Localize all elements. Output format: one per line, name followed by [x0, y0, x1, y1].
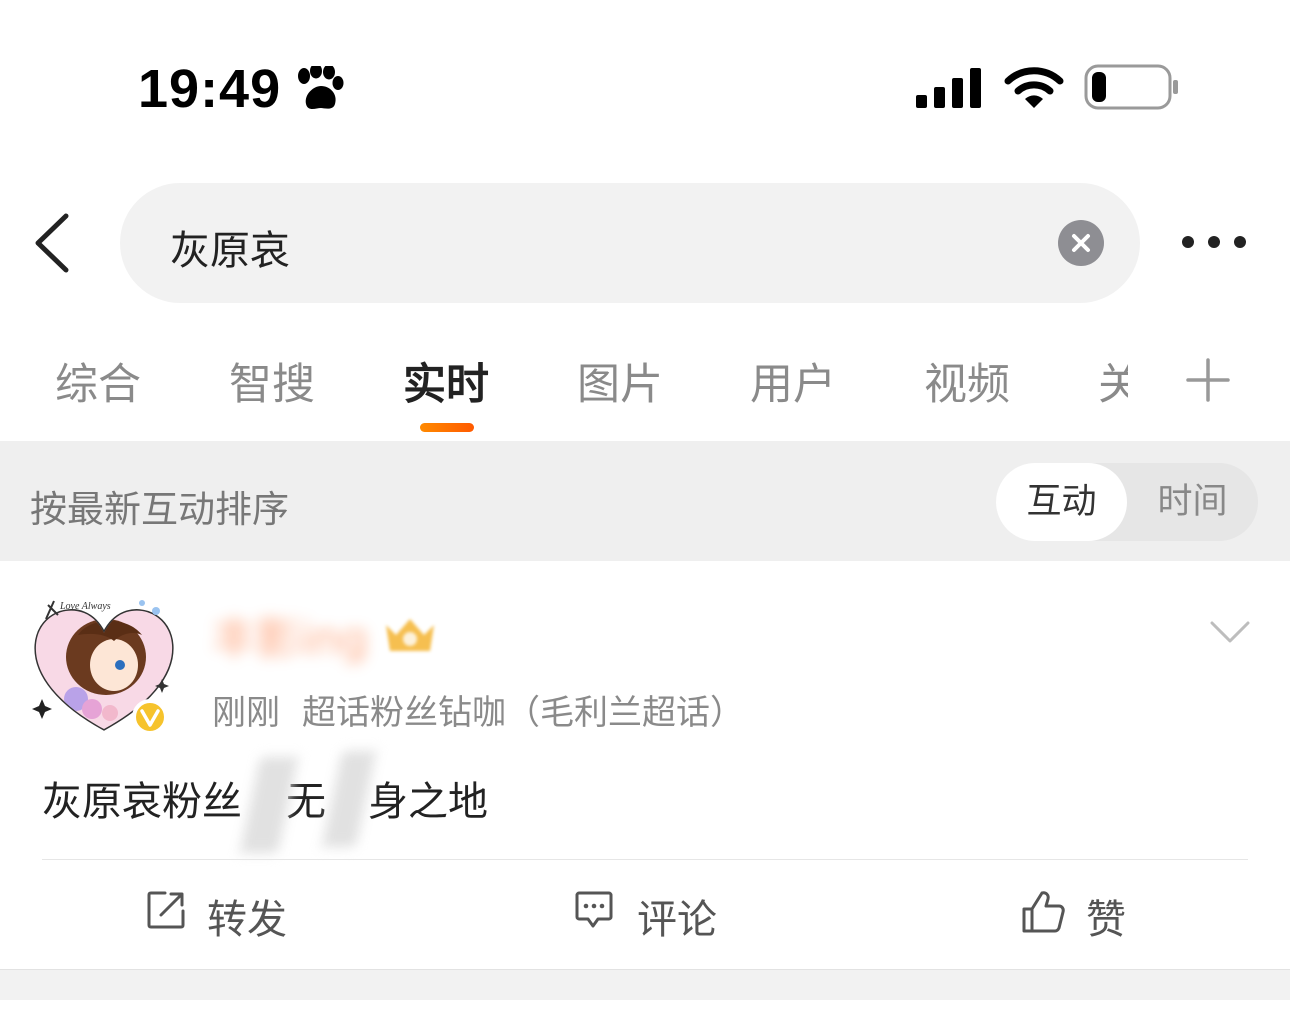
repost-label: 转发: [207, 897, 287, 943]
sort-bar: 按最新互动排序 互动 时间: [0, 441, 1290, 561]
post-content-part: 灰原哀粉丝: [42, 779, 242, 825]
post-source[interactable]: 超话粉丝钻咖（毛利兰超话）: [302, 693, 744, 733]
like-label: 赞: [1086, 897, 1126, 943]
status-bar: 19:49: [0, 0, 1290, 170]
comment-icon: [575, 891, 613, 928]
like-button[interactable]: 赞: [1020, 887, 1140, 943]
post-card: Love Always 丰影ing 刚刚 超话粉丝钻咖（毛利兰超话） 灰原哀粉丝无…: [0, 561, 1290, 969]
repost-button[interactable]: 转发: [145, 887, 295, 943]
avatar[interactable]: Love Always: [30, 595, 178, 737]
sort-option-time[interactable]: 时间: [1127, 463, 1258, 541]
svg-text:Love Always: Love Always: [59, 601, 111, 612]
tab-images[interactable]: 图片: [577, 350, 663, 412]
next-post-edge: [0, 1000, 1290, 1028]
username-area[interactable]: 丰影ing: [212, 603, 442, 665]
tab-users[interactable]: 用户: [750, 350, 836, 412]
search-bar[interactable]: 灰原哀: [120, 183, 1140, 303]
chevron-down-icon[interactable]: [1208, 619, 1252, 647]
post-time: 刚刚: [212, 693, 280, 733]
tab-partial[interactable]: 关: [1098, 350, 1128, 412]
tab-realtime[interactable]: 实时: [403, 350, 489, 412]
signal-icon: [916, 68, 981, 108]
battery-icon: [1084, 64, 1178, 110]
username[interactable]: 丰影ing: [212, 603, 368, 667]
sort-label: 按最新互动排序: [30, 488, 289, 531]
repost-icon: [147, 891, 185, 929]
comment-button[interactable]: 评论: [573, 887, 723, 943]
back-button[interactable]: [30, 212, 82, 274]
active-tab-indicator: [420, 423, 474, 432]
clear-icon: [1072, 234, 1090, 252]
tab-comprehensive[interactable]: 综合: [55, 350, 141, 412]
tab-videos[interactable]: 视频: [924, 350, 1010, 412]
sort-option-interaction[interactable]: 互动: [996, 463, 1127, 541]
wifi-icon: [1004, 67, 1064, 108]
post-meta: 刚刚 超话粉丝钻咖（毛利兰超话）: [212, 685, 744, 734]
crown-badge-icon: [386, 619, 434, 651]
clear-search-button[interactable]: [1058, 220, 1104, 266]
post-divider: [42, 859, 1248, 860]
feed-separator: [0, 969, 1290, 1000]
post-content-part: 身之地: [368, 779, 488, 825]
sort-toggle: 互动 时间: [996, 463, 1258, 541]
paw-icon: [298, 66, 344, 109]
verified-badge-icon: [132, 699, 168, 735]
search-input[interactable]: 灰原哀: [170, 218, 290, 276]
plus-icon[interactable]: [1186, 358, 1230, 402]
status-time: 19:49: [138, 59, 282, 119]
tab-smart-search[interactable]: 智搜: [229, 350, 315, 412]
tab-bar: 综合 智搜 实时 图片 用户 视频 关: [0, 330, 1290, 440]
more-options-button[interactable]: [1178, 230, 1250, 254]
like-icon: [1022, 891, 1065, 933]
comment-label: 评论: [637, 897, 717, 943]
